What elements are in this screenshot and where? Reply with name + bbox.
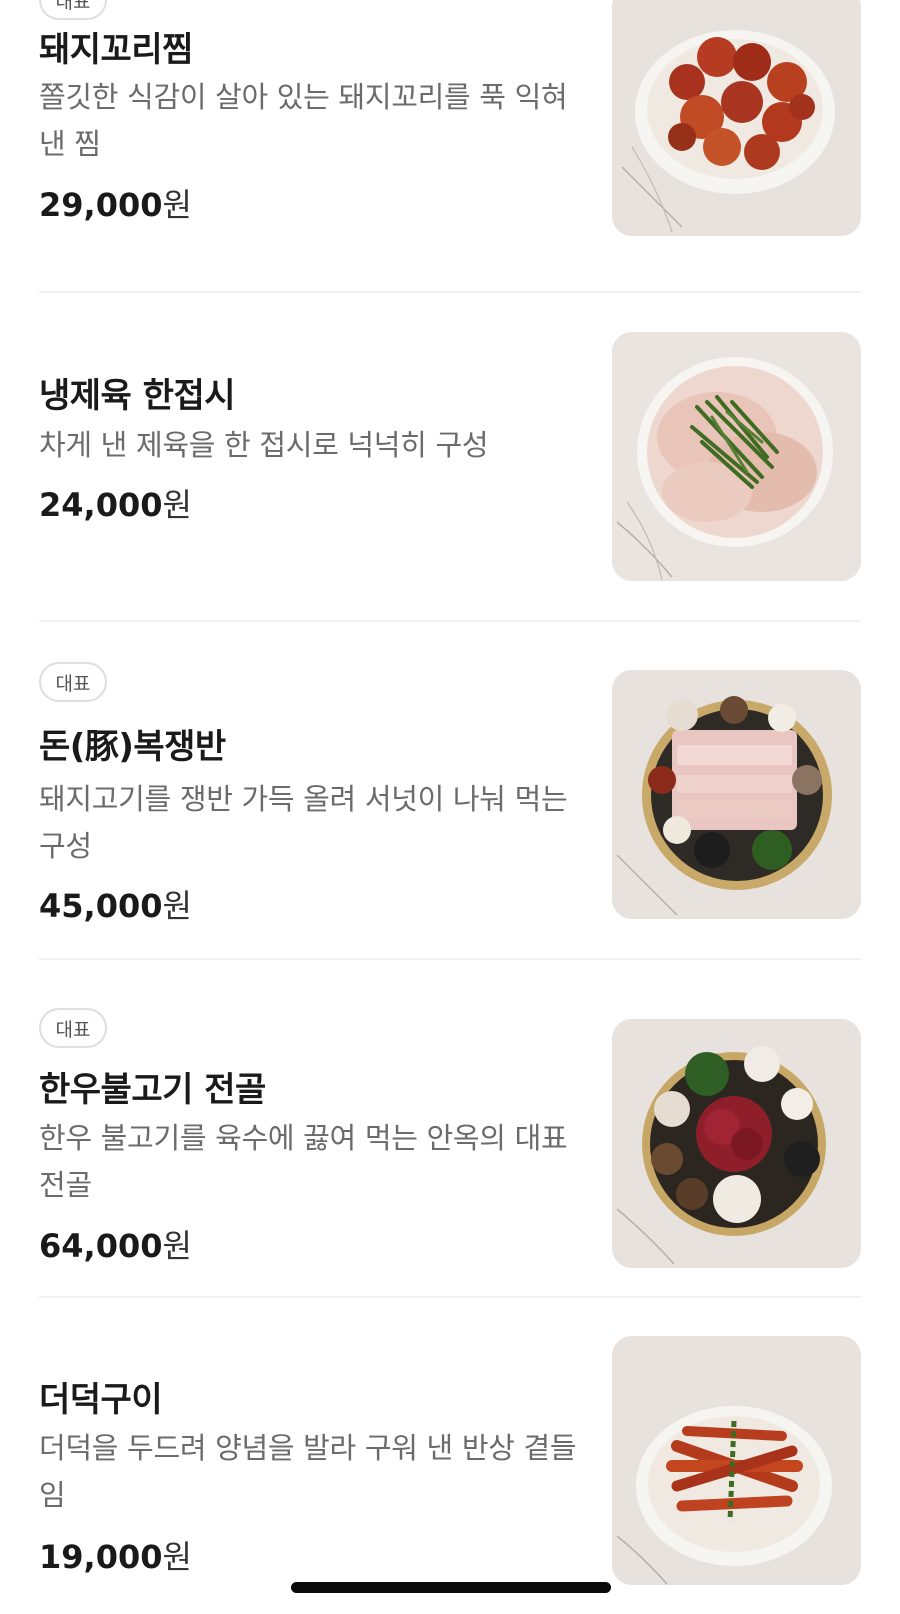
price-unit: 원	[162, 1227, 192, 1265]
menu-item-name: 돈(豚)복쟁반	[39, 727, 226, 767]
price-number: 29,000	[39, 186, 163, 224]
menu-item-name: 돼지꼬리찜	[39, 30, 193, 70]
menu-item-bulgogi-hotpot[interactable]: 대표 한우불고기 전골 한우 불고기를 육수에 끓여 먹는 안옥의 대표 전골 …	[39, 1007, 861, 1268]
menu-item-name: 냉제육 한접시	[39, 376, 236, 416]
price-unit: 원	[162, 1538, 192, 1576]
menu-item-description: 더덕을 두드려 양념을 발라 구워 낸 반상 곁들임	[39, 1431, 577, 1512]
cold-pressed-pork-photo	[612, 332, 861, 581]
menu-item-pork-tail[interactable]: 대표 돼지꼬리찜 쫄깃한 식감이 살아 있는 돼지꼬리를 푹 익혀 낸 찜 29…	[39, 0, 861, 250]
grilled-deodeok-photo	[612, 1336, 861, 1585]
price-number: 64,000	[39, 1227, 163, 1265]
menu-item-description: 차게 낸 제육을 한 접시로 넉넉히 구성	[39, 428, 489, 462]
menu-item-photo[interactable]	[612, 1019, 861, 1268]
item-divider	[39, 958, 861, 960]
menu-item-description: 쫄깃한 식감이 살아 있는 돼지꼬리를 푹 익혀 낸 찜	[39, 80, 568, 161]
price-unit: 원	[162, 186, 192, 224]
menu-item-description: 한우 불고기를 육수에 끓여 먹는 안옥의 대표 전골	[39, 1121, 568, 1202]
menu-item-pork-platter[interactable]: 대표 돈(豚)복쟁반 돼지고기를 쟁반 가득 올려 서넛이 나눠 먹는 구성 4…	[39, 661, 861, 931]
menu-item-description: 돼지고기를 쟁반 가득 올려 서넛이 나눠 먹는 구성	[39, 782, 568, 863]
menu-item-photo[interactable]	[612, 670, 861, 919]
item-divider	[39, 1296, 861, 1298]
menu-item-photo[interactable]	[612, 332, 861, 581]
item-divider	[39, 291, 861, 293]
braised-pork-tail-photo	[612, 0, 861, 236]
price-number: 24,000	[39, 486, 163, 524]
menu-item-price: 64,000원	[39, 1221, 192, 1267]
price-unit: 원	[162, 887, 192, 925]
home-indicator-bar[interactable]	[291, 1582, 611, 1593]
signature-badge: 대표	[39, 0, 107, 20]
menu-item-photo[interactable]	[612, 1336, 861, 1585]
menu-item-price: 45,000원	[39, 881, 192, 927]
menu-item-name: 한우불고기 전골	[39, 1070, 266, 1110]
hanwoo-bulgogi-hotpot-photo	[612, 1019, 861, 1268]
menu-item-name: 더덕구이	[39, 1380, 163, 1420]
menu-list-page: 대표 돼지꼬리찜 쫄깃한 식감이 살아 있는 돼지꼬리를 푹 익혀 낸 찜 29…	[0, 0, 900, 1614]
signature-badge: 대표	[39, 1008, 107, 1048]
menu-item-price: 24,000원	[39, 480, 192, 526]
price-number: 19,000	[39, 1538, 163, 1576]
menu-item-price: 29,000원	[39, 180, 192, 226]
pork-platter-hotpot-photo	[612, 670, 861, 919]
menu-item-cold-pork[interactable]: 냉제육 한접시 차게 낸 제육을 한 접시로 넉넉히 구성 24,000원	[39, 332, 861, 581]
menu-item-photo[interactable]	[612, 0, 861, 236]
menu-item-deodeok[interactable]: 더덕구이 더덕을 두드려 양념을 발라 구워 낸 반상 곁들임 19,000원	[39, 1336, 861, 1614]
price-number: 45,000	[39, 887, 163, 925]
menu-item-price: 19,000원	[39, 1532, 192, 1578]
price-unit: 원	[162, 486, 192, 524]
signature-badge: 대표	[39, 662, 107, 702]
item-divider	[39, 620, 861, 622]
